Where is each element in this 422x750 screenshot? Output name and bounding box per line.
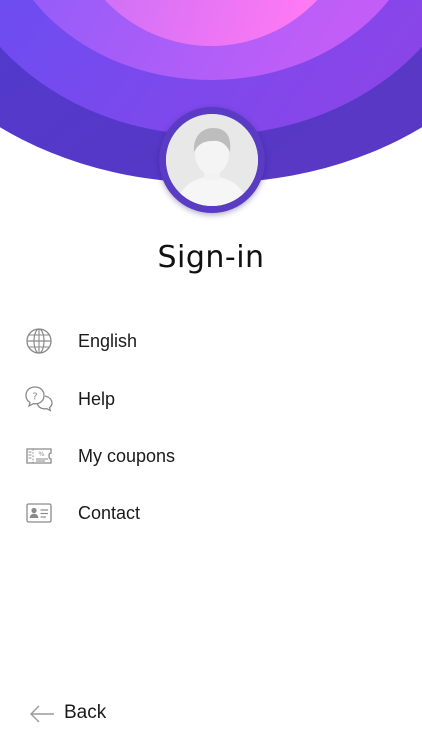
menu-item-contact[interactable]: Contact	[0, 487, 422, 537]
coupon-icon: %	[26, 448, 52, 464]
back-label: Back	[64, 702, 107, 723]
user-silhouette-icon	[166, 114, 258, 206]
default-user-avatar	[166, 114, 258, 206]
menu-item-english[interactable]: English	[0, 315, 422, 365]
page-title: Sign-in	[157, 240, 265, 275]
svg-text:%: %	[38, 450, 44, 458]
menu-item-label: English	[78, 331, 138, 351]
avatar[interactable]	[159, 107, 265, 213]
back-button[interactable]: Back	[26, 696, 136, 730]
menu-item-label: Help	[78, 389, 116, 409]
menu-item-my-coupons[interactable]: % My coupons	[0, 430, 422, 480]
arrow-left-icon	[30, 705, 54, 723]
globe-icon	[26, 328, 52, 354]
menu-item-label: Contact	[78, 503, 141, 523]
menu-item-label: My coupons	[78, 446, 176, 466]
svg-text:?: ?	[32, 392, 37, 403]
help-chat-icon: ?	[25, 386, 53, 412]
menu-item-help[interactable]: ? Help	[0, 373, 422, 423]
contact-card-icon	[26, 503, 52, 523]
